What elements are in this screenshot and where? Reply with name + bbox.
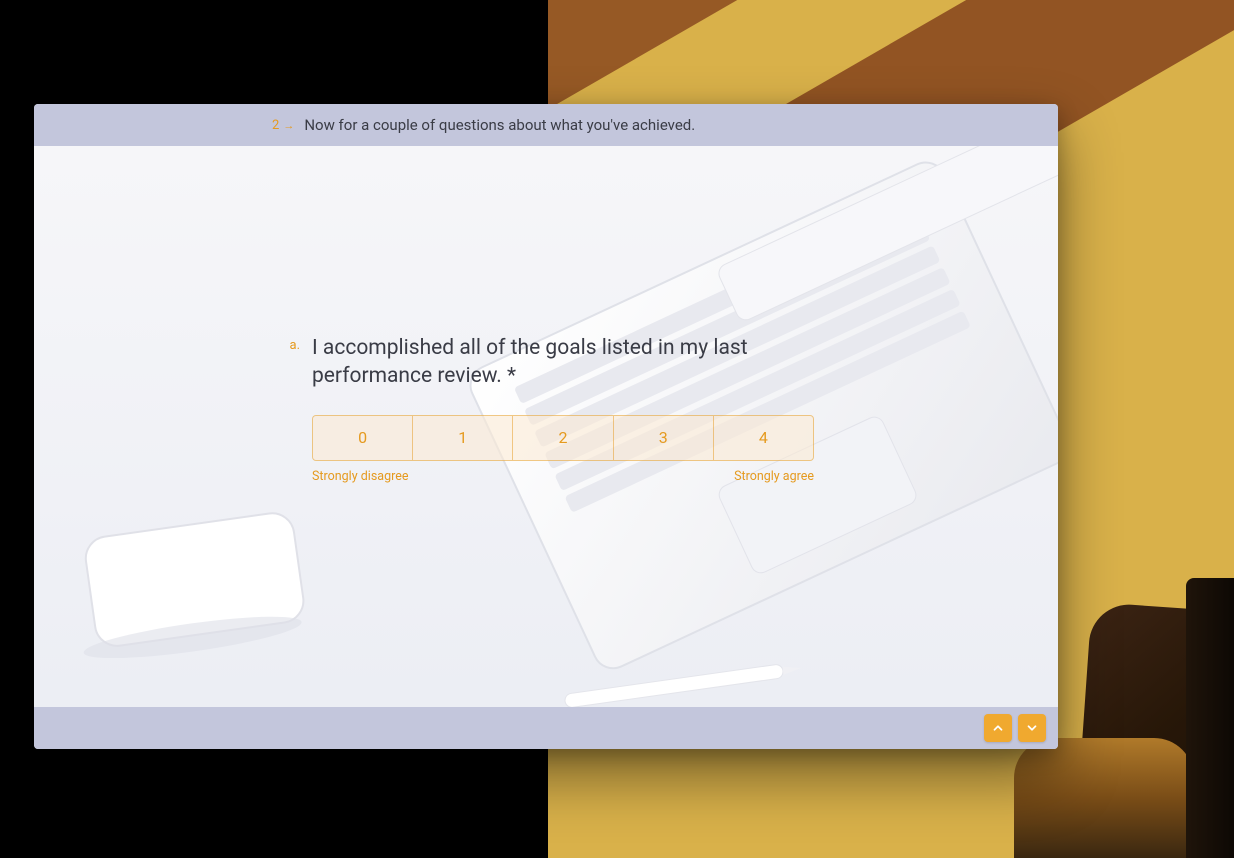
likert-option-3[interactable]: 3 — [613, 416, 713, 460]
question-letter: a. — [282, 338, 300, 353]
prev-button[interactable] — [984, 714, 1012, 742]
likert-min-label: Strongly disagree — [312, 469, 408, 484]
question-block: a. I accomplished all of the goals liste… — [282, 334, 842, 484]
likert-max-label: Strongly agree — [734, 469, 814, 484]
survey-footer — [34, 707, 1058, 749]
survey-window: 2 → Now for a couple of questions about … — [34, 104, 1058, 749]
likert-options: 0 1 2 3 4 — [312, 415, 814, 461]
section-title: Now for a couple of questions about what… — [304, 116, 695, 134]
likert-option-0[interactable]: 0 — [313, 416, 412, 460]
likert-option-2[interactable]: 2 — [512, 416, 612, 460]
next-button[interactable] — [1018, 714, 1046, 742]
likert-option-4[interactable]: 4 — [713, 416, 813, 460]
question-prompt: I accomplished all of the goals listed i… — [312, 334, 842, 391]
chevron-up-icon — [991, 721, 1005, 735]
likert-option-1[interactable]: 1 — [412, 416, 512, 460]
chevron-down-icon — [1025, 721, 1039, 735]
question-number-value: 2 — [272, 118, 279, 133]
question-number: 2 → — [272, 118, 294, 133]
arrow-right-icon: → — [283, 119, 294, 132]
likert-scale: 0 1 2 3 4 Strongly disagree Strongly agr… — [312, 415, 814, 484]
survey-header: 2 → Now for a couple of questions about … — [34, 104, 1058, 146]
survey-body: a. I accomplished all of the goals liste… — [34, 146, 1058, 707]
